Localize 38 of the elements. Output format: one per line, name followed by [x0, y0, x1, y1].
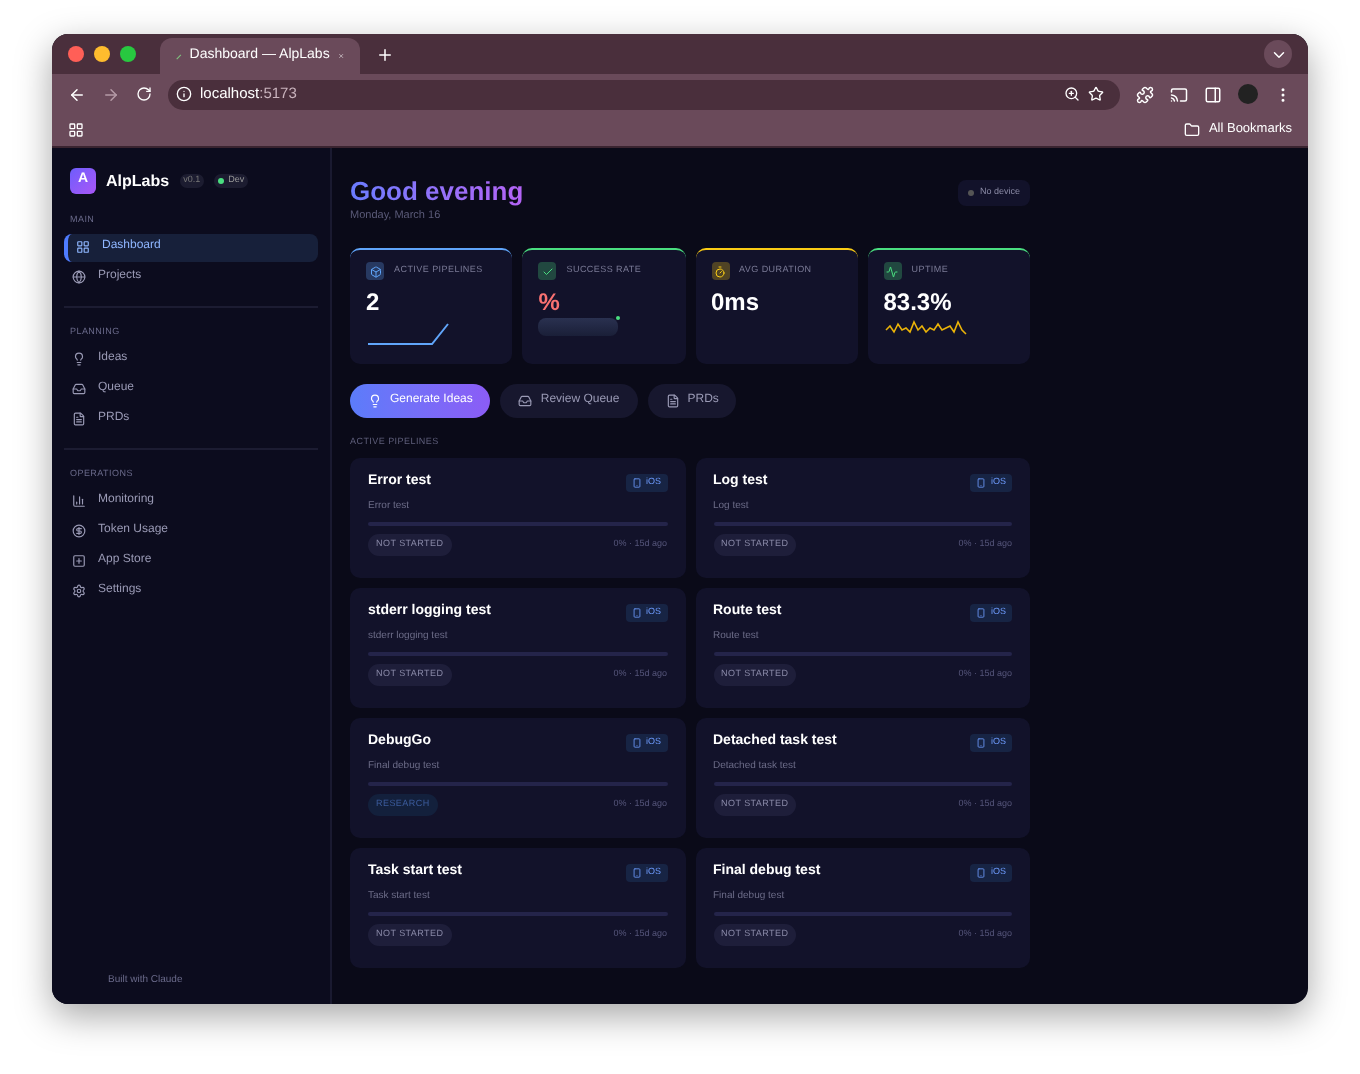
stat-value: 2	[366, 288, 382, 317]
folder-icon	[1184, 122, 1201, 138]
stat-value: 83.3%	[883, 288, 954, 317]
rate-bar	[538, 318, 619, 337]
stat-icon	[883, 262, 902, 281]
stat-icon	[538, 262, 557, 281]
sparkline-icon	[883, 318, 968, 339]
nav-icon	[72, 412, 86, 426]
button-icon	[518, 394, 533, 409]
nav-icon	[72, 382, 86, 396]
back-icon[interactable]	[68, 85, 86, 103]
nav-icon	[72, 493, 86, 508]
greeting-title: Good evening	[350, 176, 524, 206]
nav-icon	[76, 240, 90, 255]
cast-icon[interactable]	[1170, 85, 1188, 103]
zoom-icon[interactable]	[1064, 86, 1080, 102]
side-panel-icon[interactable]	[1204, 85, 1222, 103]
nav-icon	[72, 523, 86, 538]
stat-value: 0ms	[711, 288, 762, 317]
site-info-icon[interactable]	[176, 86, 192, 102]
brand-name: AlpLabs	[106, 169, 170, 193]
nav-icon	[72, 583, 86, 598]
trend-line-icon	[366, 318, 450, 347]
apps-icon[interactable]	[68, 122, 84, 138]
button-icon	[368, 394, 382, 409]
stat-value: %	[538, 288, 562, 317]
stat-icon	[366, 262, 384, 281]
new-tab-icon[interactable]	[376, 45, 394, 63]
bookmark-star-icon[interactable]	[1088, 86, 1104, 102]
forward-icon[interactable]	[102, 85, 120, 103]
nav-icon	[72, 270, 86, 285]
button-icon	[665, 394, 680, 409]
tab-menu-button[interactable]	[1264, 40, 1292, 68]
reload-icon[interactable]	[136, 86, 152, 102]
nav-icon	[72, 553, 86, 568]
extensions-icon[interactable]	[1136, 85, 1154, 103]
nav-icon	[72, 352, 86, 366]
stat-icon	[711, 262, 729, 281]
